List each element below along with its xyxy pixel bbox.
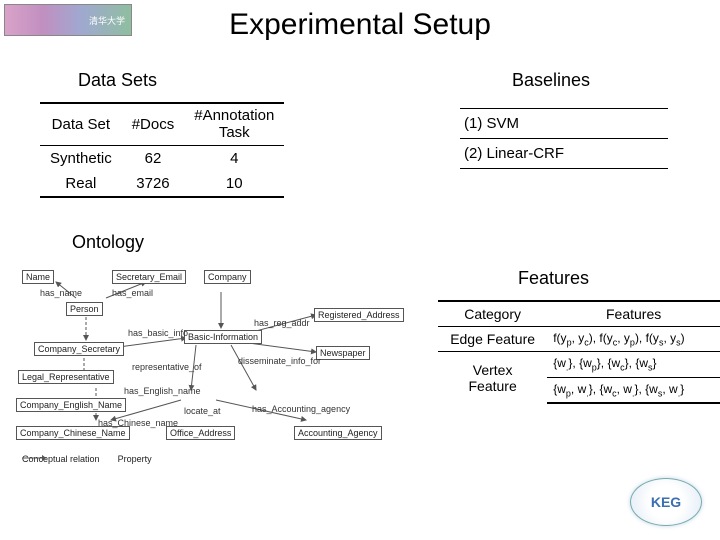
onto-node: Company_Chinese_Name — [16, 426, 130, 440]
features-table: Category Features Edge Feature f(yp, yc)… — [438, 300, 720, 404]
onto-node: Company_English_Name — [16, 398, 126, 412]
col-dataset: Data Set — [40, 103, 122, 146]
baselines-heading: Baselines — [512, 70, 590, 91]
onto-rel: has_basic_info — [128, 328, 188, 338]
cell: Synthetic — [40, 146, 122, 172]
onto-node: Accounting_Agency — [294, 426, 382, 440]
features-heading: Features — [518, 268, 589, 289]
keg-logo: KEG — [630, 478, 702, 526]
onto-rel: has_Accounting_agency — [252, 404, 350, 414]
onto-node: Basic-Information — [184, 330, 262, 344]
cell: {w.}, {wp}, {wc}, {ws} — [547, 352, 720, 377]
legend-label: Property — [118, 454, 152, 464]
datasets-table: Data Set #Docs #AnnotationTask Synthetic… — [40, 102, 284, 198]
onto-node: Office_Address — [166, 426, 235, 440]
cell: VertexFeature — [438, 352, 547, 403]
col-docs: #Docs — [122, 103, 185, 146]
onto-node: Legal_Representative — [18, 370, 114, 384]
col-annotation: #AnnotationTask — [184, 103, 284, 146]
baseline-item: (2) Linear-CRF — [460, 139, 668, 169]
onto-rel: has_name — [40, 288, 82, 298]
baselines-table: (1) SVM (2) Linear-CRF — [460, 108, 668, 169]
table-row: Synthetic 62 4 — [40, 146, 284, 172]
cell: Real — [40, 171, 122, 197]
cell: f(yp, yc), f(yc, yp), f(ys, ys) — [547, 327, 720, 352]
cell: 3726 — [122, 171, 185, 197]
onto-node: Registered_Address — [314, 308, 404, 322]
table-row: Real 3726 10 — [40, 171, 284, 197]
onto-rel: has_email — [112, 288, 153, 298]
onto-node: Person — [66, 302, 103, 316]
onto-rel: has_reg_addr — [254, 318, 310, 328]
onto-node: Name — [22, 270, 54, 284]
cell: {wp, w.}, {wc, w.}, {ws, w.} — [547, 377, 720, 403]
cell: Edge Feature — [438, 327, 547, 352]
legend-property: Property — [118, 454, 152, 464]
baseline-item: (1) SVM — [460, 109, 668, 139]
page-title: Experimental Setup — [0, 8, 720, 42]
cell: 4 — [184, 146, 284, 172]
datasets-heading: Data Sets — [78, 70, 157, 91]
onto-rel: has_English_name — [124, 386, 201, 396]
onto-rel: representative_of — [132, 362, 202, 372]
onto-node: Secretary_Email — [112, 270, 186, 284]
ontology-heading: Ontology — [72, 232, 144, 253]
cell: 62 — [122, 146, 185, 172]
col-category: Category — [438, 301, 547, 327]
onto-node: Newspaper — [316, 346, 370, 360]
onto-rel: disseminate_info_for — [238, 356, 321, 366]
ontology-diagram: Name Secretary_Email Company Person Regi… — [16, 270, 426, 480]
col-features: Features — [547, 301, 720, 327]
cell: 10 — [184, 171, 284, 197]
onto-rel: locate_at — [184, 406, 221, 416]
onto-node: Company_Secretary — [34, 342, 124, 356]
onto-rel: has_Chinese_name — [98, 418, 178, 428]
onto-node: Company — [204, 270, 251, 284]
